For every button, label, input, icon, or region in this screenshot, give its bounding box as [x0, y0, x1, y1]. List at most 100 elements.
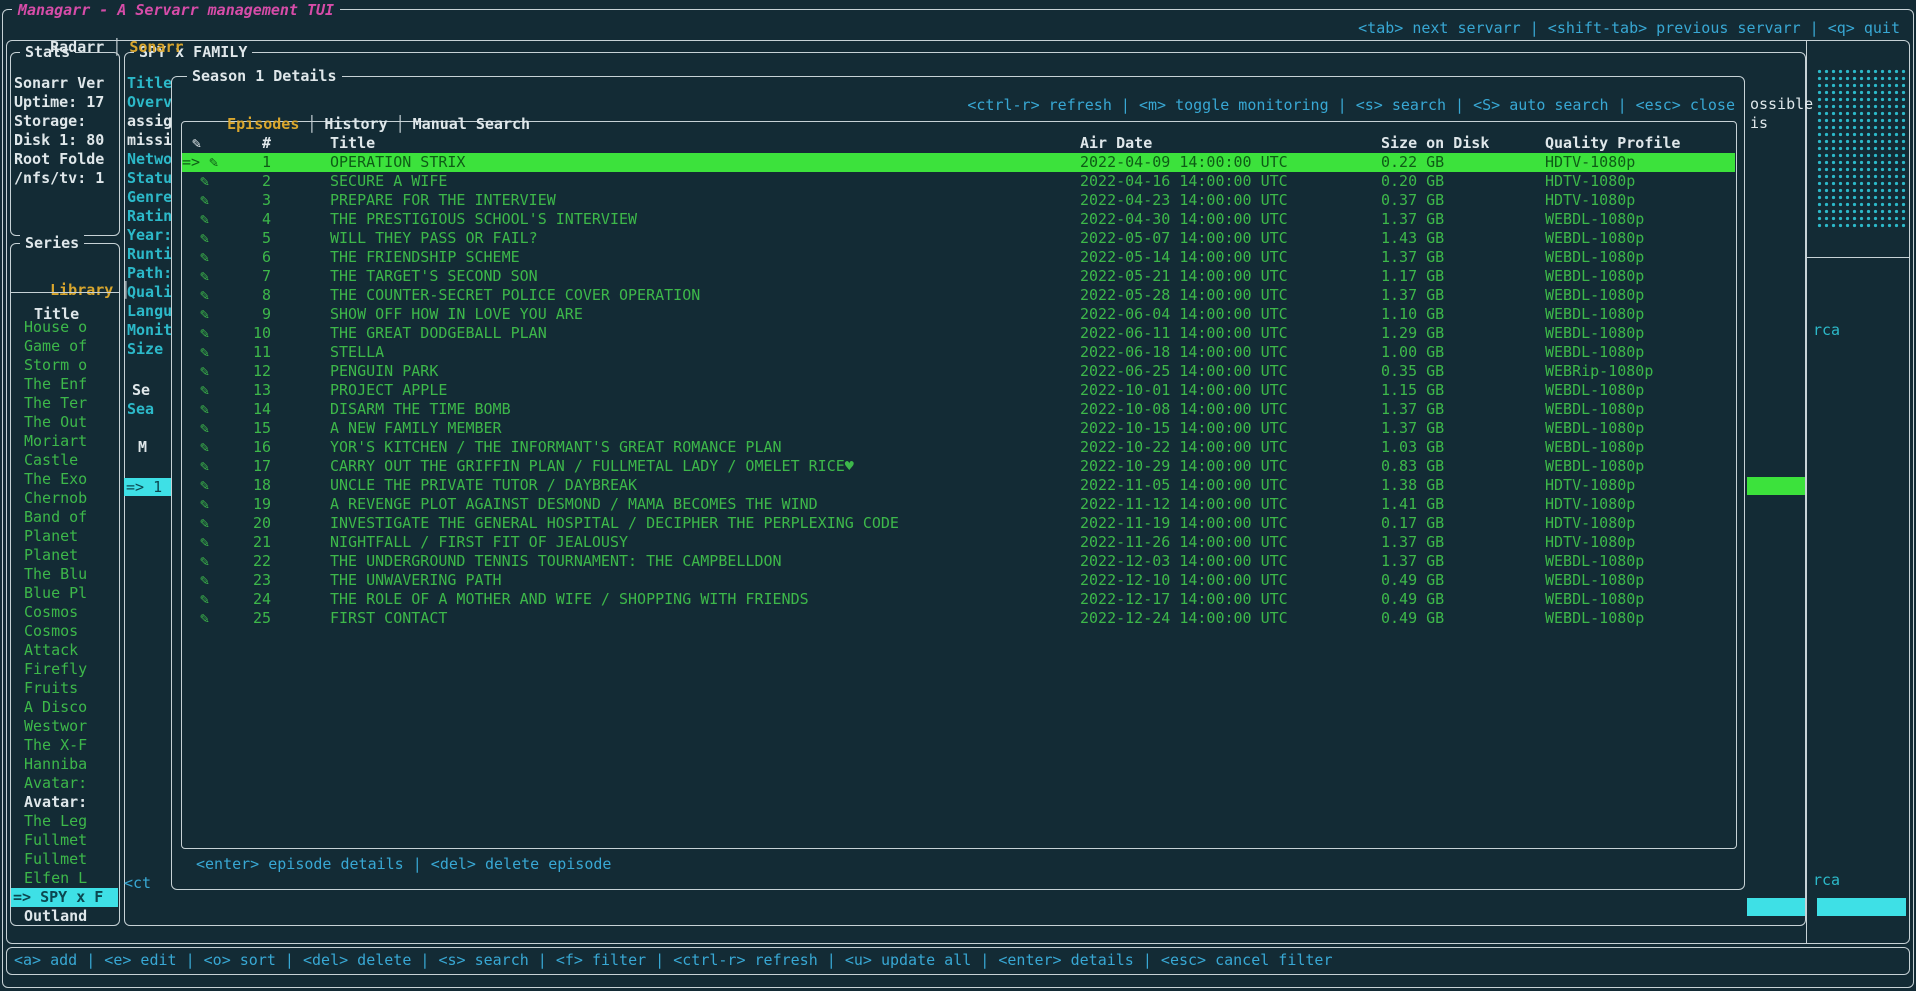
series-list-item[interactable]: Westwor	[11, 717, 118, 736]
series-list-item[interactable]: Outland	[11, 907, 118, 926]
episode-number: 11	[240, 343, 271, 362]
tab-manual-search[interactable]: Manual Search	[413, 115, 530, 133]
episode-row[interactable]: ✎2SECURE A WIFE2022-04-16 14:00:00 UTC0.…	[182, 172, 1735, 191]
episode-size: 1.00 GB	[1381, 343, 1545, 362]
episode-row[interactable]: ✎13PROJECT APPLE2022-10-01 14:00:00 UTC1…	[182, 381, 1735, 400]
series-list-item[interactable]: The Exo	[11, 470, 118, 489]
episode-monitored-pencil-icon: ✎	[182, 400, 240, 419]
series-list-item[interactable]: Avatar:	[11, 793, 118, 812]
episode-gap	[271, 210, 330, 229]
series-list-item[interactable]: Planet	[11, 527, 118, 546]
episode-row[interactable]: ✎24THE ROLE OF A MOTHER AND WIFE / SHOPP…	[182, 590, 1735, 609]
tab-episodes[interactable]: Episodes	[227, 115, 299, 133]
episode-quality: HDTV-1080p	[1545, 533, 1735, 552]
episode-number: 12	[240, 362, 271, 381]
stat-line: Storage:	[14, 112, 112, 131]
series-list-item[interactable]: A Disco	[11, 698, 118, 717]
episode-row[interactable]: ✎25FIRST CONTACT2022-12-24 14:00:00 UTC0…	[182, 609, 1735, 628]
episode-size: 1.29 GB	[1381, 324, 1545, 343]
episode-row[interactable]: ✎18UNCLE THE PRIVATE TUTOR / DAYBREAK202…	[182, 476, 1735, 495]
episode-row[interactable]: ✎14DISARM THE TIME BOMB2022-10-08 14:00:…	[182, 400, 1735, 419]
series-list-item[interactable]: Hanniba	[11, 755, 118, 774]
selected-row-fragment	[1817, 898, 1906, 916]
series-list-item[interactable]: Firefly	[11, 660, 118, 679]
episode-title: THE TARGET'S SECOND SON	[330, 267, 1080, 286]
series-list-item[interactable]: The Ter	[11, 394, 118, 413]
episode-monitored-pencil-icon: ✎	[182, 381, 240, 400]
series-list-item[interactable]: => SPY x F	[11, 888, 118, 907]
episode-row[interactable]: => ✎1OPERATION STRIX2022-04-09 14:00:00 …	[182, 153, 1735, 172]
series-list-item[interactable]: The Enf	[11, 375, 118, 394]
series-list-item[interactable]: Moriart	[11, 432, 118, 451]
episode-gap	[271, 229, 330, 248]
episode-title: PROJECT APPLE	[330, 381, 1080, 400]
series-list-item[interactable]: Fullmet	[11, 831, 118, 850]
series-list-item[interactable]: Cosmos	[11, 603, 118, 622]
series-list-item[interactable]: The Blu	[11, 565, 118, 584]
episode-quality: WEBRip-1080p	[1545, 362, 1735, 381]
series-list-item[interactable]: Planet	[11, 546, 118, 565]
episode-number: 8	[240, 286, 271, 305]
stat-line: /nfs/tv: 1	[14, 169, 112, 188]
series-list-item[interactable]: Cosmos	[11, 622, 118, 641]
series-list-item[interactable]: Avatar:	[11, 774, 118, 793]
series-list-item[interactable]: The Leg	[11, 812, 118, 831]
series-detail-label: assig	[127, 112, 172, 131]
series-list-item[interactable]: Attack	[11, 641, 118, 660]
series-list-item[interactable]: The Out	[11, 413, 118, 432]
episode-row[interactable]: ✎19A REVENGE PLOT AGAINST DESMOND / MAMA…	[182, 495, 1735, 514]
series-list-item[interactable]: Castle	[11, 451, 118, 470]
episode-monitored-pencil-icon: ✎	[182, 457, 240, 476]
tab-sonarr[interactable]: Sonarr	[129, 38, 183, 56]
episode-gap	[271, 590, 330, 609]
episode-row[interactable]: ✎5WILL THEY PASS OR FAIL?2022-05-07 14:0…	[182, 229, 1735, 248]
series-list-item[interactable]: Chernob	[11, 489, 118, 508]
episode-row[interactable]: ✎20INVESTIGATE THE GENERAL HOSPITAL / DE…	[182, 514, 1735, 533]
episode-row[interactable]: ✎11STELLA2022-06-18 14:00:00 UTC1.00 GBW…	[182, 343, 1735, 362]
episode-row[interactable]: ✎12PENGUIN PARK2022-06-25 14:00:00 UTC0.…	[182, 362, 1735, 381]
series-detail-label: Year:	[127, 226, 172, 245]
episode-air-date: 2022-06-18 14:00:00 UTC	[1080, 343, 1381, 362]
episode-title: UNCLE THE PRIVATE TUTOR / DAYBREAK	[330, 476, 1080, 495]
series-list-item[interactable]: House o	[11, 318, 118, 337]
episode-row[interactable]: ✎4THE PRESTIGIOUS SCHOOL'S INTERVIEW2022…	[182, 210, 1735, 229]
episode-row[interactable]: ✎9SHOW OFF HOW IN LOVE YOU ARE2022-06-04…	[182, 305, 1735, 324]
episode-row[interactable]: ✎7THE TARGET'S SECOND SON2022-05-21 14:0…	[182, 267, 1735, 286]
episode-row[interactable]: ✎16YOR'S KITCHEN / THE INFORMANT'S GREAT…	[182, 438, 1735, 457]
episode-air-date: 2022-12-17 14:00:00 UTC	[1080, 590, 1381, 609]
tab-radarr[interactable]: Radarr	[50, 38, 104, 56]
series-list-item[interactable]: Storm o	[11, 356, 118, 375]
series-list-item[interactable]: Fruits	[11, 679, 118, 698]
series-list-item[interactable]: The X-F	[11, 736, 118, 755]
episode-gap	[271, 533, 330, 552]
series-list-item[interactable]: Fullmet	[11, 850, 118, 869]
episode-row[interactable]: ✎10THE GREAT DODGEBALL PLAN2022-06-11 14…	[182, 324, 1735, 343]
episode-gap	[271, 153, 330, 172]
series-list-item[interactable]: Game of	[11, 337, 118, 356]
episode-row[interactable]: ✎3PREPARE FOR THE INTERVIEW2022-04-23 14…	[182, 191, 1735, 210]
episode-row[interactable]: ✎23THE UNWAVERING PATH2022-12-10 14:00:0…	[182, 571, 1735, 590]
episode-air-date: 2022-11-05 14:00:00 UTC	[1080, 476, 1381, 495]
seasons-panel-title-fragment: Se	[132, 381, 150, 400]
series-list-item[interactable]: Elfen L	[11, 869, 118, 888]
episode-row[interactable]: ✎21NIGHTFALL / FIRST FIT OF JEALOUSY2022…	[182, 533, 1735, 552]
episode-gap	[271, 457, 330, 476]
series-list-item[interactable]: Blue Pl	[11, 584, 118, 603]
episode-number: 1	[240, 153, 271, 172]
episode-row[interactable]: ✎22THE UNDERGROUND TENNIS TOURNAMENT: TH…	[182, 552, 1735, 571]
series-detail-label: Title	[127, 74, 172, 93]
episode-row[interactable]: ✎8THE COUNTER-SECRET POLICE COVER OPERAT…	[182, 286, 1735, 305]
episode-row[interactable]: ✎15A NEW FAMILY MEMBER2022-10-15 14:00:0…	[182, 419, 1735, 438]
episode-number: 16	[240, 438, 271, 457]
episode-number: 19	[240, 495, 271, 514]
stat-line: Disk 1: 80	[14, 131, 112, 150]
tab-history[interactable]: History	[324, 115, 387, 133]
episode-number: 14	[240, 400, 271, 419]
episode-monitored-pencil-icon: ✎	[182, 343, 240, 362]
tab-library[interactable]: Library	[50, 281, 113, 299]
episode-title: THE ROLE OF A MOTHER AND WIFE / SHOPPING…	[330, 590, 1080, 609]
series-list-item[interactable]: Band of	[11, 508, 118, 527]
episode-row[interactable]: ✎6THE FRIENDSHIP SCHEME2022-05-14 14:00:…	[182, 248, 1735, 267]
episode-gap	[271, 324, 330, 343]
episode-row[interactable]: ✎17CARRY OUT THE GRIFFIN PLAN / FULLMETA…	[182, 457, 1735, 476]
